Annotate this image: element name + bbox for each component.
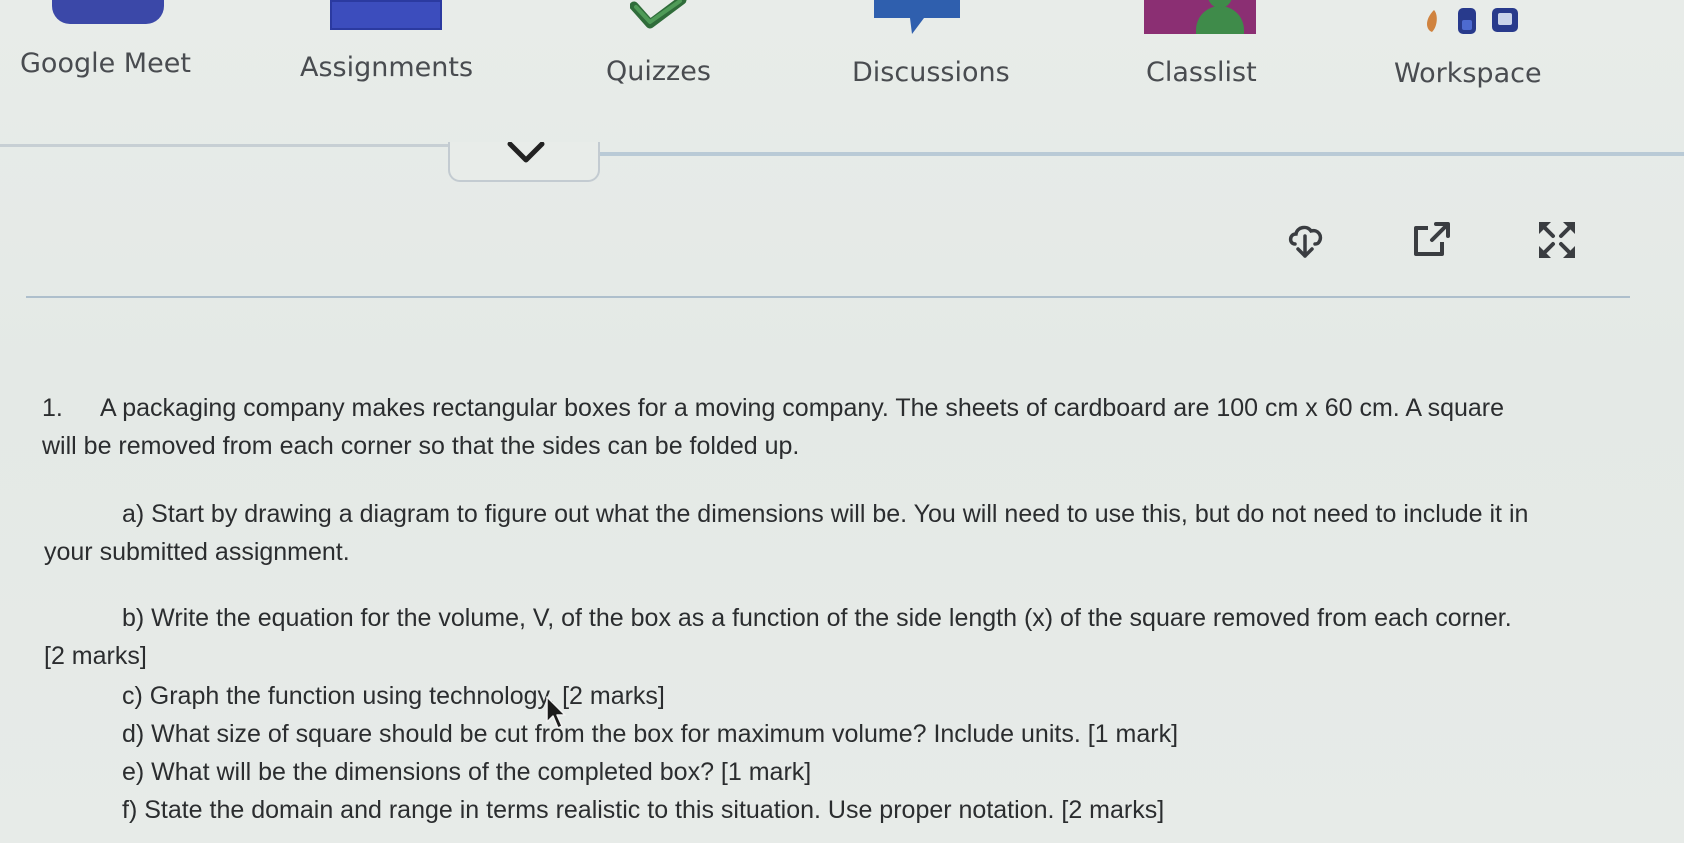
question-intro-line-2: will be removed from each corner so that…: [42, 432, 800, 460]
assignments-icon: [330, 0, 442, 30]
page: Google Meet Assignments Quizzes Discussi…: [0, 0, 1684, 843]
nav-item-quizzes[interactable]: Quizzes: [580, 0, 780, 110]
fullscreen-icon: [1539, 222, 1575, 258]
quizzes-check-icon: [630, 0, 687, 29]
nav-item-classlist[interactable]: Classlist: [1120, 0, 1320, 110]
classlist-person-icon: [1144, 0, 1256, 34]
nav-divider-left: [0, 144, 450, 147]
part-f: f) State the domain and range in terms r…: [122, 796, 1165, 824]
part-b-line-2: [2 marks]: [44, 642, 147, 670]
open-in-new-window-button[interactable]: [1410, 218, 1454, 262]
nav-label-discussions: Discussions: [852, 57, 1010, 88]
google-meet-icon: [52, 0, 164, 24]
workspace-apps-icon: [1427, 8, 1518, 34]
nav-item-workspace[interactable]: Workspace: [1380, 0, 1600, 110]
part-c: c) Graph the function using technology. …: [122, 682, 665, 710]
part-b-line-1: b) Write the equation for the volume, V,…: [122, 604, 1512, 632]
nav-label-workspace: Workspace: [1394, 58, 1542, 89]
nav-item-discussions[interactable]: Discussions: [830, 0, 1060, 110]
download-button[interactable]: [1285, 218, 1329, 262]
nav-divider-right: [598, 152, 1684, 156]
question-intro-text-1: A packaging company makes rectangular bo…: [100, 394, 1505, 422]
open-external-icon: [1414, 222, 1450, 256]
chevron-down-icon: [507, 142, 545, 163]
nav-label-quizzes: Quizzes: [606, 56, 711, 87]
part-e: e) What will be the dimensions of the co…: [122, 758, 812, 786]
question-number: 1.: [42, 394, 63, 422]
nav-label-google-meet: Google Meet: [20, 48, 191, 79]
nav-item-google-meet[interactable]: Google Meet: [0, 0, 250, 110]
fullscreen-button[interactable]: [1535, 218, 1579, 262]
part-d: d) What size of square should be cut fro…: [122, 720, 1179, 748]
nav-collapse-toggle[interactable]: [448, 142, 600, 182]
nav-item-assignments[interactable]: Assignments: [270, 0, 510, 110]
content-divider: [26, 296, 1630, 298]
nav-label-classlist: Classlist: [1146, 57, 1257, 88]
nav-label-assignments: Assignments: [300, 52, 474, 83]
discussions-speech-icon: [874, 0, 960, 34]
mouse-pointer-icon: [546, 696, 566, 729]
course-nav-bar: Google Meet Assignments Quizzes Discussi…: [0, 0, 1684, 140]
part-a-line-2: your submitted assignment.: [44, 538, 350, 566]
question-intro-line-1: 1. A packaging company makes rectangular …: [42, 394, 1504, 423]
cloud-download-icon: [1288, 225, 1323, 258]
part-a-line-1: a) Start by drawing a diagram to figure …: [122, 500, 1529, 528]
